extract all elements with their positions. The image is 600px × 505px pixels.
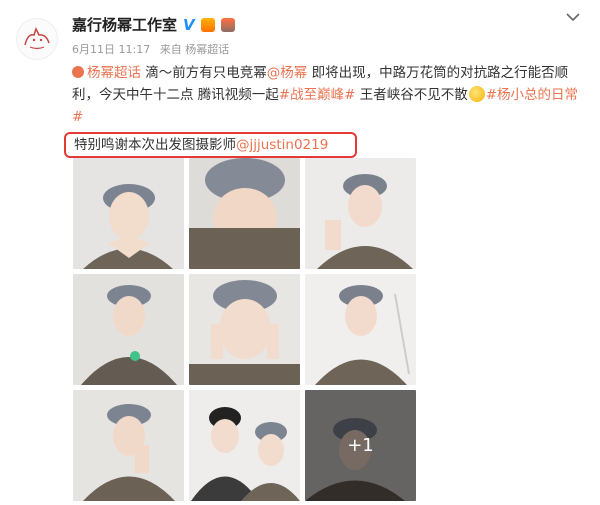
more-photos-count: +1 bbox=[305, 390, 416, 501]
emoji-icon bbox=[468, 86, 485, 102]
post-date[interactable]: 6月11日 11:17 bbox=[72, 43, 150, 56]
photo-thumbnail[interactable] bbox=[189, 158, 300, 269]
post-meta: 6月11日 11:17 来自 杨幂超话 bbox=[72, 41, 229, 57]
photo-thumbnail[interactable] bbox=[305, 274, 416, 385]
avatar[interactable] bbox=[16, 18, 58, 60]
verified-badge-icon: V bbox=[183, 15, 195, 34]
photo-thumbnail[interactable] bbox=[189, 274, 300, 385]
photo-thumbnail[interactable] bbox=[305, 158, 416, 269]
mention-link[interactable]: @杨幂 bbox=[267, 65, 308, 81]
photo-grid: +1 bbox=[73, 158, 416, 501]
photo-thumbnail[interactable] bbox=[73, 390, 184, 501]
hashtag-link[interactable]: #战至巅峰# bbox=[279, 87, 356, 103]
post-text: 杨幂超话 滴～前方有只电竞幂@杨幂 即将出现，中路万花筒的对抗路之行能否顺利，今… bbox=[72, 62, 582, 128]
photo-thumbnail[interactable] bbox=[189, 390, 300, 501]
photo-thumbnail-more[interactable]: +1 bbox=[305, 390, 416, 501]
chevron-down-icon[interactable] bbox=[566, 12, 580, 22]
supertopic-link[interactable]: 杨幂超话 bbox=[72, 65, 141, 81]
author-row: 嘉行杨幂工作室 V bbox=[72, 14, 235, 35]
highlight-box bbox=[64, 132, 357, 158]
text-segment: 滴～前方有只电竞幂 bbox=[141, 65, 267, 81]
cat-logo-icon bbox=[24, 27, 50, 50]
supertopic-icon bbox=[72, 66, 84, 78]
author-name[interactable]: 嘉行杨幂工作室 bbox=[72, 14, 177, 35]
post-source[interactable]: 来自 杨幂超话 bbox=[160, 43, 230, 56]
photo-thumbnail[interactable] bbox=[73, 274, 184, 385]
gift-badge-icon bbox=[220, 17, 235, 32]
crown-badge-icon bbox=[200, 17, 215, 32]
text-segment: 王者峡谷不见不散 bbox=[355, 87, 468, 103]
photo-thumbnail[interactable] bbox=[73, 158, 184, 269]
